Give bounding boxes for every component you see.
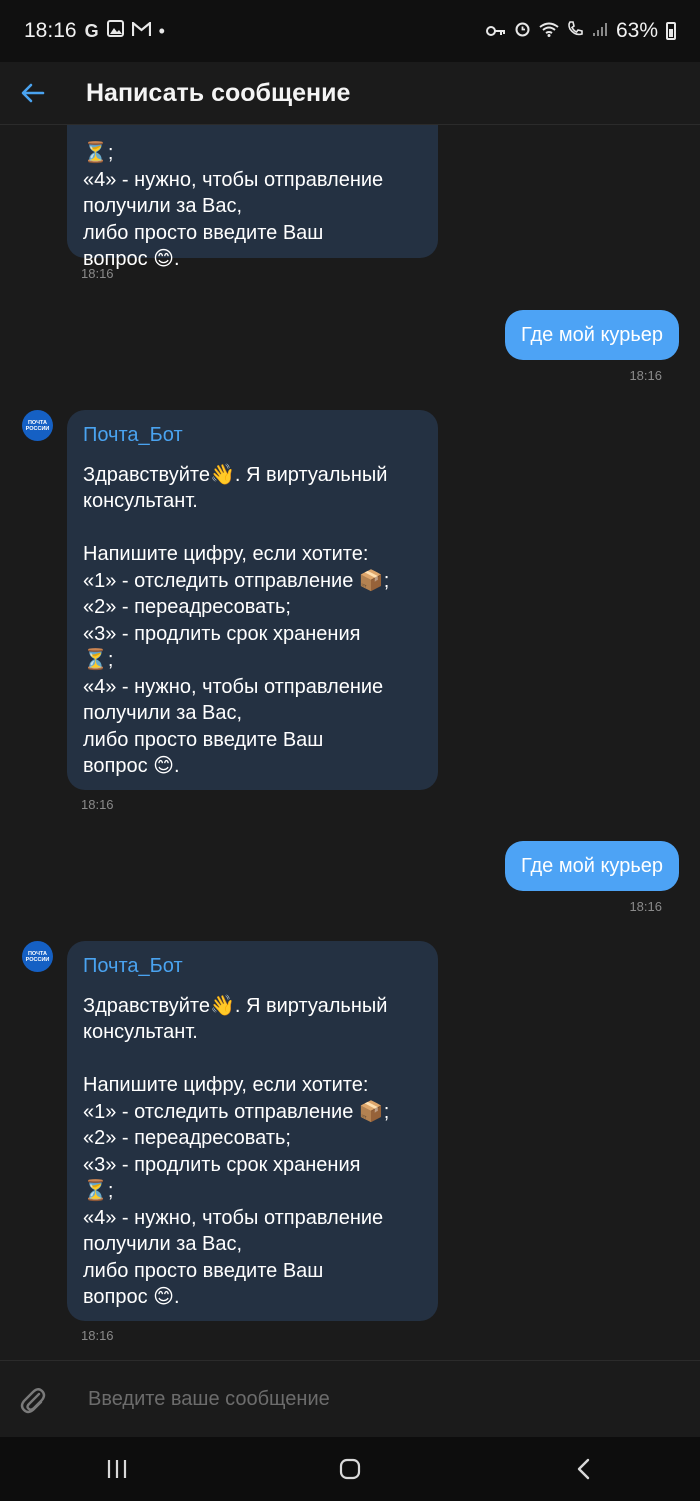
- message-line: либо просто введите Ваш: [83, 221, 324, 244]
- chat-area[interactable]: ⏳; «4» - нужно, чтобы отправление получи…: [0, 124, 700, 1360]
- bot-avatar[interactable]: ПОЧТА РОССИИ: [22, 941, 53, 972]
- message-line: Напишите цифру, если хотите:: [83, 543, 369, 565]
- message-line: ⏳;: [83, 649, 114, 671]
- app-header: Написать сообщение: [0, 62, 700, 125]
- message-line: «2» - переадресовать;: [83, 596, 291, 618]
- message-input[interactable]: [86, 1387, 650, 1412]
- message-line: вопрос 😊.: [83, 248, 180, 270]
- message-line: Здравствуйте👋. Я виртуальный: [83, 994, 388, 1017]
- message-bubble-incoming: Почта_Бот Здравствуйте👋. Я виртуальный к…: [67, 941, 438, 1321]
- message-bubble-incoming: Почта_Бот Здравствуйте👋. Я виртуальный к…: [67, 410, 438, 790]
- bot-avatar[interactable]: ПОЧТА РОССИИ: [22, 410, 53, 441]
- message-bubble-incoming: ⏳; «4» - нужно, чтобы отправление получи…: [67, 124, 438, 270]
- message-line: вопрос 😊.: [83, 1286, 180, 1308]
- message-line: Здравствуйте👋. Я виртуальный: [83, 463, 388, 486]
- message-line: Напишите цифру, если хотите:: [83, 1074, 369, 1096]
- status-time: 18:16: [24, 19, 77, 42]
- message-time: 18:16: [81, 266, 114, 281]
- message-line: «1» - отследить отправление 📦;: [83, 1100, 390, 1123]
- recent-apps-icon: [107, 1460, 126, 1478]
- message-line: либо просто введите Ваш: [83, 728, 324, 751]
- message-line: [83, 1046, 422, 1073]
- home-icon: [339, 1458, 361, 1480]
- message-line: «2» - переадресовать;: [83, 1127, 291, 1149]
- message-line: получили за Вас,: [83, 702, 243, 724]
- message-line: «3» - продлить срок хранения: [83, 1153, 361, 1176]
- back-icon: [578, 1458, 590, 1480]
- avatar-logo-text: РОССИИ: [25, 956, 50, 963]
- message-time: 18:16: [81, 1328, 114, 1343]
- gallery-icon: [106, 20, 124, 42]
- message-line: «4» - нужно, чтобы отправление: [83, 675, 384, 698]
- message-line: ⏳;: [83, 142, 114, 164]
- message-line: консультант.: [83, 490, 198, 512]
- message-time: 18:16: [629, 368, 662, 383]
- key-icon: [485, 19, 506, 43]
- nav-back-button[interactable]: [523, 1437, 643, 1501]
- message-line: «3» - продлить срок хранения: [83, 622, 361, 645]
- wifi-icon: [539, 19, 559, 43]
- gmail-icon: [131, 20, 151, 42]
- message-line: «4» - нужно, чтобы отправление: [83, 168, 384, 191]
- back-button[interactable]: [0, 62, 66, 124]
- message-bubble-outgoing: Где мой курьер: [505, 841, 679, 891]
- message-time: 18:16: [629, 899, 662, 914]
- message-line: «4» - нужно, чтобы отправление: [83, 1206, 384, 1229]
- message-time: 18:16: [81, 797, 114, 812]
- sender-name: Почта_Бот: [83, 424, 183, 446]
- arrow-left-icon: [21, 83, 45, 103]
- status-bar: 18:16 G • 63%: [0, 0, 700, 62]
- sender-name: Почта_Бот: [83, 955, 183, 977]
- paperclip-icon: [20, 1387, 46, 1413]
- message-composer: [0, 1360, 700, 1438]
- message-line: консультант.: [83, 1021, 198, 1043]
- message-line: получили за Вас,: [83, 195, 243, 217]
- system-nav-bar: [0, 1437, 700, 1501]
- message-line: ⏳;: [83, 1180, 114, 1202]
- message-text: Где мой курьер: [521, 323, 663, 346]
- recent-apps-button[interactable]: [57, 1437, 177, 1501]
- battery-icon: [666, 22, 676, 40]
- attach-button[interactable]: [0, 1386, 66, 1414]
- message-line: вопрос 😊.: [83, 755, 180, 777]
- dot-icon: •: [158, 20, 165, 41]
- avatar-logo-text: РОССИИ: [25, 425, 50, 432]
- message-line: либо просто введите Ваш: [83, 1259, 324, 1282]
- message-bubble-outgoing: Где мой курьер: [505, 310, 679, 360]
- message-line: «1» - отследить отправление 📦;: [83, 569, 390, 592]
- message-line: получили за Вас,: [83, 1233, 243, 1255]
- alarm-icon: [514, 19, 531, 43]
- wifi-call-icon: [567, 19, 584, 43]
- battery-level: 63%: [615, 19, 658, 42]
- message-text: Где мой курьер: [521, 854, 663, 877]
- signal-icon: [592, 19, 608, 43]
- home-button[interactable]: [290, 1437, 410, 1501]
- message-line: [83, 515, 422, 542]
- page-title: Написать сообщение: [86, 78, 351, 107]
- google-icon: G: [84, 20, 99, 41]
